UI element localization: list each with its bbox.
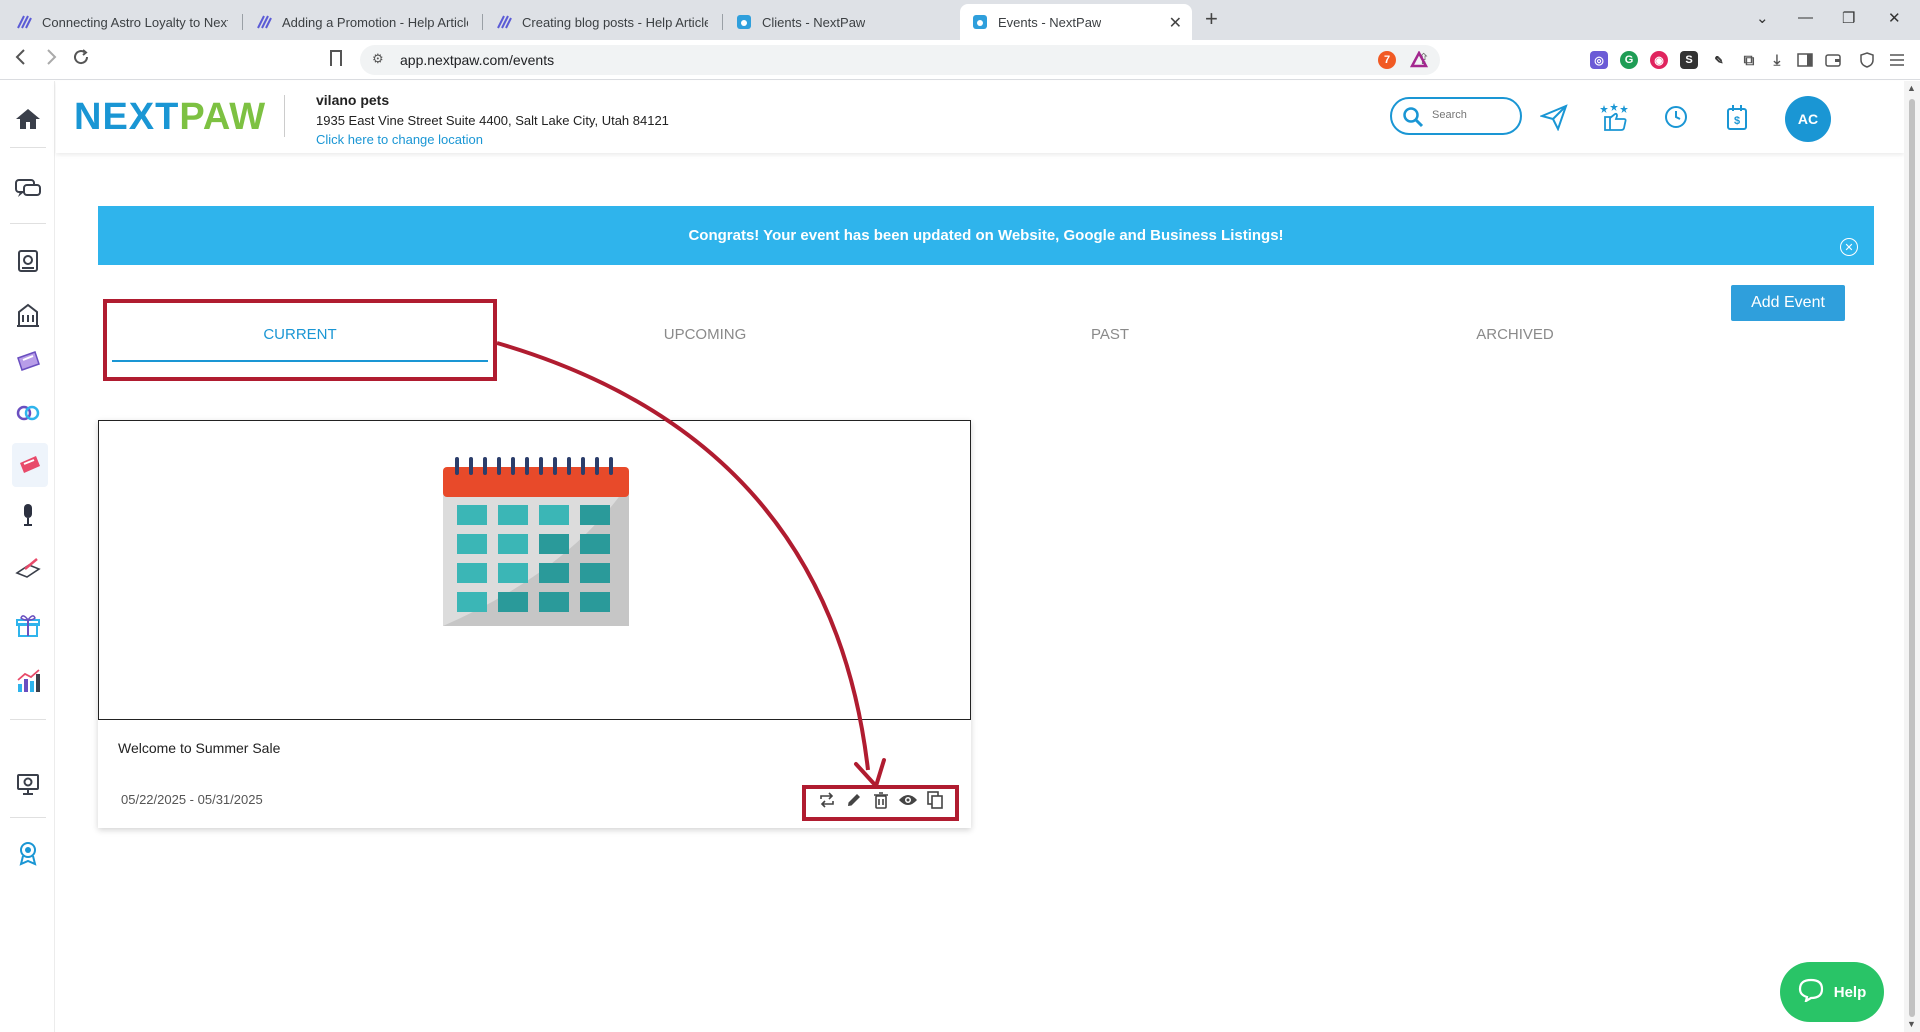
billing-icon[interactable]: $ <box>1721 101 1753 133</box>
forward-arrow-icon[interactable] <box>44 48 58 71</box>
sidebar-toggle-icon[interactable] <box>1796 51 1814 69</box>
tab-past[interactable]: PAST <box>922 310 1298 360</box>
nav-divider <box>10 147 46 148</box>
browser-tab[interactable]: Connecting Astro Loyalty to NextPa <box>4 4 240 40</box>
help-articles-favicon-icon <box>496 14 512 30</box>
vpn-shield-icon[interactable] <box>1858 51 1876 69</box>
help-button[interactable]: Help <box>1780 962 1884 1022</box>
settings-gear-icon[interactable] <box>12 769 44 801</box>
tab-search-chevron-icon[interactable]: ⌄ <box>1756 9 1769 27</box>
tab-separator <box>482 14 483 30</box>
brave-rewards-icon[interactable] <box>1410 51 1428 69</box>
analytics-chart-icon[interactable] <box>12 665 44 697</box>
scroll-down-icon[interactable]: ▼ <box>1907 1019 1916 1029</box>
help-label: Help <box>1833 983 1867 1001</box>
bookmark-icon[interactable] <box>330 50 342 66</box>
add-event-button[interactable]: Add Event <box>1731 285 1845 321</box>
search-input[interactable] <box>1430 108 1510 122</box>
history-clock-icon[interactable] <box>1660 101 1692 133</box>
browser-tab-bar: Connecting Astro Loyalty to NextPa Addin… <box>0 0 1920 40</box>
new-tab-icon[interactable]: + <box>1205 8 1218 30</box>
reviews-thumbs-up-icon[interactable] <box>1599 101 1631 133</box>
browser-menu-icon[interactable] <box>1888 51 1906 69</box>
scroll-up-icon[interactable]: ▲ <box>1907 83 1916 93</box>
nav-divider <box>10 719 46 720</box>
site-settings-icon[interactable]: ⚙ <box>372 51 384 67</box>
back-arrow-icon[interactable] <box>14 48 28 71</box>
page-scrollbar[interactable]: ▲ ▼ <box>1904 81 1920 1032</box>
home-icon[interactable] <box>12 103 44 135</box>
nextpaw-favicon-icon <box>736 14 752 30</box>
extensions-puzzle-icon[interactable]: ⧉ <box>1740 51 1758 69</box>
tab-archived[interactable]: ARCHIVED <box>1327 310 1703 360</box>
close-tab-icon[interactable]: ✕ <box>1169 13 1182 33</box>
address-bar[interactable]: ⚙ app.nextpaw.com/events ⇪ <box>360 45 1440 75</box>
appointments-icon[interactable] <box>12 245 44 277</box>
browser-tab[interactable]: Adding a Promotion - Help Articles <box>244 4 480 40</box>
success-banner: Congrats! Your event has been updated on… <box>98 206 1874 265</box>
promotions-ticket-icon[interactable] <box>12 345 44 377</box>
nav-divider <box>10 223 46 224</box>
browser-tab[interactable]: Clients - NextPaw <box>724 4 960 40</box>
extension-purple-icon[interactable]: ◎ <box>1590 51 1608 69</box>
calendar-illustration-icon <box>443 457 629 626</box>
browser-tab[interactable]: Creating blog posts - Help Articles <box>484 4 720 40</box>
eyedropper-icon[interactable]: ✎ <box>1710 51 1728 69</box>
nextpaw-logo[interactable]: NEXTPAW <box>74 96 266 139</box>
svg-text:$: $ <box>1734 115 1740 127</box>
messages-icon[interactable] <box>12 173 44 205</box>
gifts-icon[interactable] <box>12 609 44 641</box>
browser-toolbar: ⚙ app.nextpaw.com/events ⇪ 7 ◎ G ◉ S ✎ ⧉… <box>0 40 1920 80</box>
location-name: vilano pets <box>316 92 390 108</box>
minimize-icon[interactable]: — <box>1798 9 1813 26</box>
download-icon[interactable]: ⤓ <box>1768 51 1786 69</box>
event-image <box>98 420 971 720</box>
loyalty-icon[interactable] <box>12 397 44 429</box>
close-window-icon[interactable]: ✕ <box>1888 9 1901 27</box>
close-banner-icon[interactable]: ✕ <box>1840 238 1858 256</box>
chat-bubble-icon <box>1798 978 1824 1006</box>
help-articles-favicon-icon <box>16 14 32 30</box>
business-icon[interactable] <box>12 299 44 331</box>
app-header: NEXTPAW vilano pets 1935 East Vine Stree… <box>56 81 1904 153</box>
nav-divider <box>10 817 46 818</box>
event-title: Welcome to Summer Sale <box>118 740 281 756</box>
rewards-badge-icon[interactable] <box>12 837 44 869</box>
tab-separator <box>722 14 723 30</box>
browser-tab-active[interactable]: Events - NextPaw ✕ <box>960 4 1192 40</box>
banner-message: Congrats! Your event has been updated on… <box>688 227 1284 244</box>
grammarly-icon[interactable]: G <box>1620 51 1638 69</box>
header-divider <box>284 95 285 137</box>
change-location-link[interactable]: Click here to change location <box>316 132 483 147</box>
nextpaw-favicon-icon <box>972 14 988 30</box>
search-icon <box>1402 106 1424 133</box>
user-avatar[interactable]: AC <box>1785 96 1831 142</box>
blog-icon[interactable] <box>12 551 44 583</box>
sidebar-nav <box>0 81 55 1032</box>
location-address: 1935 East Vine Street Suite 4400, Salt L… <box>316 113 669 128</box>
microphone-icon[interactable] <box>12 499 44 531</box>
events-icon[interactable] <box>12 443 48 487</box>
brave-shields-icon[interactable]: 7 <box>1378 51 1396 69</box>
reload-icon[interactable] <box>72 48 90 71</box>
send-paper-plane-icon[interactable] <box>1538 101 1570 133</box>
event-dates: 05/22/2025 - 05/31/2025 <box>121 792 263 807</box>
search-box[interactable] <box>1390 97 1522 135</box>
annotation-box-actions <box>802 785 959 821</box>
event-card[interactable]: Welcome to Summer Sale 05/22/2025 - 05/3… <box>98 420 971 828</box>
extension-s-icon[interactable]: S <box>1680 51 1698 69</box>
tab-upcoming[interactable]: UPCOMING <box>517 310 893 360</box>
help-articles-favicon-icon <box>256 14 272 30</box>
extension-red-icon[interactable]: ◉ <box>1650 51 1668 69</box>
tab-separator <box>242 14 243 30</box>
scrollbar-thumb[interactable] <box>1909 99 1915 1017</box>
wallet-icon[interactable] <box>1824 51 1842 69</box>
annotation-box-current-tab <box>103 299 497 381</box>
restore-icon[interactable]: ❐ <box>1842 9 1855 27</box>
